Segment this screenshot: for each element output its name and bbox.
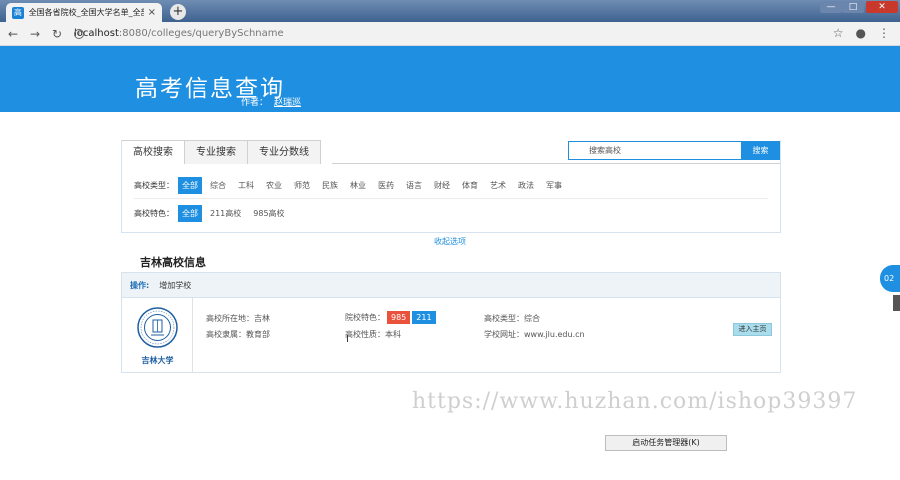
operations-bar: 操作: 增加学校 [121, 272, 781, 298]
type-filter-row: 高校类型： 全部 综合 工科 农业 师范 民族 林业 医药 语言 财经 体育 艺… [134, 177, 570, 194]
type-filter-label: 高校类型： [134, 181, 174, 190]
enter-homepage-button[interactable]: 进入主页 [733, 323, 772, 336]
site-header: 高考信息查询 作者： 赵瑞巡 [0, 46, 900, 112]
reload-icon[interactable]: ↻ [48, 27, 66, 41]
author-line: 作者： 赵瑞巡 [241, 95, 301, 108]
url-path: :8080/colleges/queryBySchname [118, 28, 284, 39]
bookmark-star-icon[interactable]: ☆ [833, 26, 844, 40]
type-option[interactable]: 全部 [178, 177, 202, 194]
window-minimize-button[interactable]: — [820, 1, 842, 13]
feature-option[interactable]: 985高校 [249, 206, 288, 221]
side-widget-handle[interactable] [893, 295, 900, 311]
tab-close-icon[interactable]: × [148, 7, 156, 18]
collapse-options: 收起选项 [0, 236, 900, 247]
university-nature: 高校性质：本科 [345, 330, 401, 339]
menu-icon[interactable]: ⋮ [878, 26, 890, 40]
type-option[interactable]: 财经 [430, 178, 454, 193]
university-card: 吉林大学 高校所在地：吉林 高校隶属：教育部 院校特色： 985 211 高校性质：… [121, 298, 781, 373]
browser-tab[interactable]: 高 全国各省院校_全国大学名单_全部 × [6, 3, 162, 22]
address-bar[interactable]: i localhost:8080/colleges/queryBySchname [74, 28, 284, 39]
type-option[interactable]: 林业 [346, 178, 370, 193]
university-type: 高校类型：综合 [484, 314, 540, 323]
task-manager-button[interactable]: 启动任务管理器(K) [605, 435, 727, 451]
author-link[interactable]: 赵瑞巡 [274, 98, 301, 108]
tab-favicon-icon: 高 [12, 6, 24, 19]
badge-985: 985 [387, 311, 411, 324]
tab-title: 全国各省院校_全国大学名单_全部 [28, 8, 144, 17]
author-label: 作者： [241, 98, 269, 108]
type-option[interactable]: 民族 [318, 178, 342, 193]
window-close-button[interactable]: ✕ [866, 1, 898, 13]
logo-box: 吉林大学 [122, 298, 193, 372]
feature-filter-label: 高校特色： [134, 209, 174, 218]
feature-option[interactable]: 全部 [178, 205, 202, 222]
site-info-icon[interactable]: i [74, 28, 84, 39]
filter-divider [134, 198, 768, 199]
back-icon[interactable]: ← [4, 27, 22, 41]
text-cursor-icon: I [346, 334, 349, 345]
type-option[interactable]: 综合 [206, 178, 230, 193]
forward-icon[interactable]: → [26, 27, 44, 41]
university-location: 高校所在地：吉林 [206, 314, 270, 323]
badge-211: 211 [412, 311, 436, 324]
type-option[interactable]: 工科 [234, 178, 258, 193]
university-website: 学校网址：www.jlu.edu.cn [484, 330, 585, 339]
browser-titlebar: 高 全国各省院校_全国大学名单_全部 × + — □ ✕ [0, 0, 900, 22]
university-affiliation: 高校隶属：教育部 [206, 330, 270, 339]
collapse-options-link[interactable]: 收起选项 [434, 237, 466, 246]
type-option[interactable]: 师范 [290, 178, 314, 193]
type-option[interactable]: 艺术 [486, 178, 510, 193]
new-tab-button[interactable]: + [170, 4, 186, 20]
feature-label: 院校特色： [345, 313, 385, 322]
window-maximize-button[interactable]: □ [842, 1, 864, 13]
type-option[interactable]: 农业 [262, 178, 286, 193]
feature-option[interactable]: 211高校 [206, 206, 245, 221]
account-icon[interactable]: ● [856, 26, 866, 40]
type-option[interactable]: 体育 [458, 178, 482, 193]
university-feature: 院校特色： 985 211 [345, 311, 436, 324]
section-title: 吉林高校信息 [140, 256, 206, 269]
type-option[interactable]: 政法 [514, 178, 538, 193]
browser-toolbar: ← → ↻ i localhost:8080/colleges/queryByS… [0, 22, 900, 46]
type-option[interactable]: 语言 [402, 178, 426, 193]
university-logo-icon [137, 307, 178, 348]
side-widget[interactable]: 02 [880, 265, 900, 292]
type-option[interactable]: 军事 [542, 178, 566, 193]
operations-label: 操作: [130, 280, 150, 290]
feature-filter-row: 高校特色： 全部 211高校 985高校 [134, 205, 293, 222]
watermark: https://www.huzhan.com/ishop39397 [412, 389, 858, 414]
add-school-link[interactable]: 增加学校 [159, 280, 191, 291]
university-name[interactable]: 吉林大学 [122, 355, 193, 366]
type-option[interactable]: 医药 [374, 178, 398, 193]
